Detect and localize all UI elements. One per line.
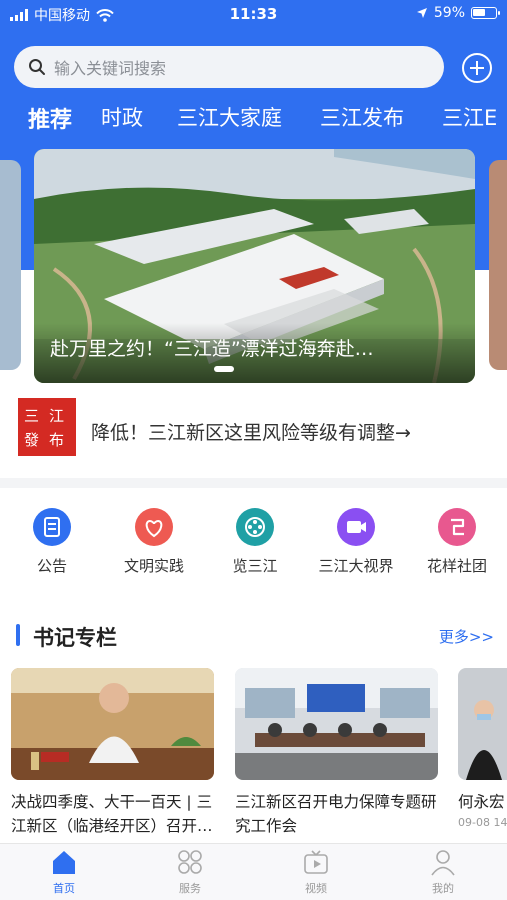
section-title: 书记专栏 [33, 626, 117, 650]
heart-icon [135, 508, 173, 546]
search-placeholder: 输入关键词搜索 [54, 59, 167, 78]
article-title: 何永宏 [458, 793, 505, 811]
quick-links: 公告 文明实践 览三江 三江大视界 花样社团 [0, 500, 507, 580]
quick-link-tour[interactable]: 览三江 [205, 508, 305, 576]
grid-icon [176, 848, 204, 876]
tab-politics[interactable]: 时政 [101, 102, 143, 132]
article-card[interactable]: 三江新区召开电力保障专题研究工作会 [235, 668, 445, 838]
quick-link-vision[interactable]: 三江大视界 [306, 508, 406, 576]
community-icon [438, 508, 476, 546]
search-bar[interactable]: 输入关键词搜索 [14, 46, 444, 88]
bottom-tab-bar: 首页 服务 视频 我的 [0, 843, 507, 900]
tabbar-mine[interactable]: 我的 [403, 848, 483, 896]
article-card[interactable]: 何永宏 09-08 14:2 [458, 668, 507, 829]
channel-tabs: 推荐 时政 三江大家庭 三江发布 三江E [0, 96, 507, 136]
article-image [235, 668, 438, 780]
home-icon [50, 848, 78, 876]
add-icon[interactable] [462, 53, 492, 83]
headline-news[interactable]: 三 江 發 布 降低！三江新区这里风险等级有调整→ [0, 396, 507, 466]
tabbar-home[interactable]: 首页 [24, 848, 104, 896]
article-title: 决战四季度、大干一百天 | 三江新区（临港经开区）召开… [11, 793, 213, 835]
banner-caption: 赴万里之约！“三江造”漂洋过海奔赴… [50, 338, 374, 360]
article-image [458, 668, 507, 780]
tab-sanjiang-release[interactable]: 三江发布 [320, 102, 404, 132]
quick-link-civilization[interactable]: 文明实践 [104, 508, 204, 576]
more-link[interactable]: 更多>> [439, 626, 494, 647]
battery-level [473, 9, 485, 16]
section-divider [0, 478, 507, 488]
banner-slide[interactable]: 赴万里之约！“三江造”漂洋过海奔赴… [34, 149, 475, 383]
location-arrow-icon [416, 8, 427, 18]
tabbar-video[interactable]: 视频 [276, 848, 356, 896]
tabbar-service[interactable]: 服务 [150, 848, 230, 896]
video-camera-icon [337, 508, 375, 546]
sanjiang-release-logo: 三 江 發 布 [18, 398, 76, 456]
tab-sanjiang-e[interactable]: 三江E [442, 102, 497, 132]
search-icon [29, 59, 45, 75]
article-image [11, 668, 214, 780]
section-accent-bar [16, 624, 20, 646]
quick-link-clubs[interactable]: 花样社团 [407, 508, 507, 576]
article-title: 三江新区召开电力保障专题研究工作会 [235, 793, 437, 835]
battery-percent: 59% [433, 5, 465, 21]
column-section-header: 书记专栏 更多>> [0, 620, 507, 650]
film-reel-icon [236, 508, 274, 546]
headline-text: 降低！三江新区这里风险等级有调整→ [91, 422, 411, 444]
article-card[interactable]: 决战四季度、大干一百天 | 三江新区（临港经开区）召开… [11, 668, 221, 838]
carousel-next-slide[interactable] [489, 160, 507, 370]
carousel-prev-slide[interactable] [0, 160, 21, 370]
tab-recommend[interactable]: 推荐 [28, 102, 72, 134]
article-date: 09-08 14:2 [458, 816, 507, 829]
notice-icon [33, 508, 71, 546]
battery-icon [471, 7, 500, 19]
status-bar: 中国移动 11:33 59% [0, 0, 507, 28]
user-icon [429, 848, 457, 876]
carousel-indicator [214, 366, 234, 372]
quick-link-notice[interactable]: 公告 [2, 508, 102, 576]
tab-sanjiang-family[interactable]: 三江大家庭 [177, 102, 282, 132]
video-icon [302, 848, 330, 876]
